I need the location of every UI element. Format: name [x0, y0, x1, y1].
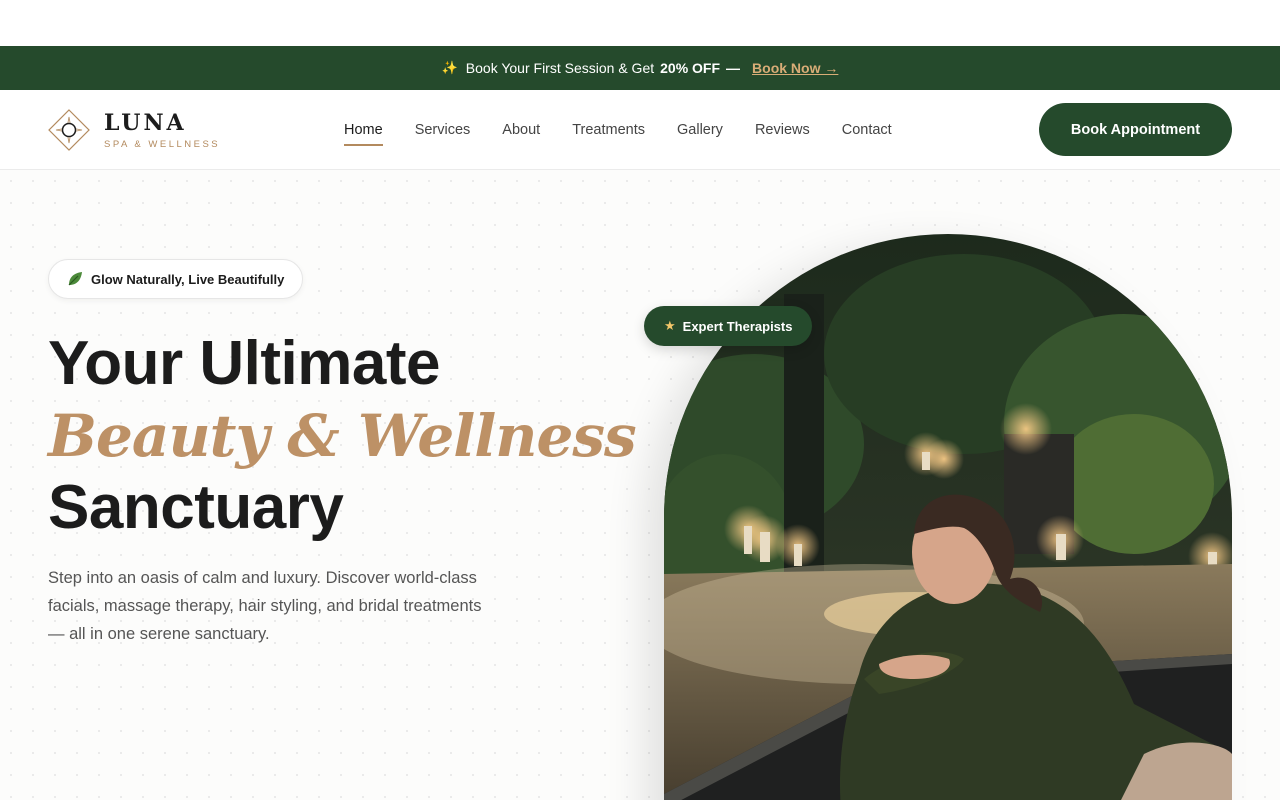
nav-home[interactable]: Home	[344, 116, 383, 146]
book-appointment-button[interactable]: Book Appointment	[1039, 103, 1232, 156]
hero-section: Glow Naturally, Live Beautifully Your Ul…	[0, 170, 1280, 800]
hero-title-line3: Sanctuary	[48, 473, 344, 542]
nav-treatments[interactable]: Treatments	[572, 116, 645, 144]
hero-description: Step into an oasis of calm and luxury. D…	[48, 569, 482, 643]
sparkle-icon: ✨	[441, 60, 458, 75]
brand-name: LUNA	[104, 109, 187, 136]
hero-title-line2: Beauty & Wellness	[48, 402, 637, 470]
logo-diamond-icon	[48, 108, 90, 151]
nav-reviews[interactable]: Reviews	[755, 116, 810, 144]
book-now-link[interactable]: Book Now →	[752, 60, 838, 76]
promo-text: Book Your First Session & Get	[465, 60, 655, 76]
leaf-icon	[68, 272, 82, 286]
site-header: LUNA SPA & WELLNESS Home Services About …	[0, 90, 1280, 170]
promo-bar: ✨ Book Your First Session & Get 20% OFF …	[0, 46, 1280, 90]
star-icon: ★	[664, 318, 676, 333]
nav-gallery[interactable]: Gallery	[677, 116, 723, 144]
main-nav: Home Services About Treatments Gallery R…	[344, 90, 892, 170]
hero-title: Your Ultimate Beauty & Wellness Sanctuar…	[48, 328, 637, 544]
nav-services[interactable]: Services	[415, 116, 471, 144]
logo[interactable]: LUNA SPA & WELLNESS	[48, 108, 221, 151]
brand-tagline: SPA & WELLNESS	[104, 138, 221, 150]
hero-badge-text: Glow Naturally, Live Beautifully	[91, 271, 285, 287]
promo-highlight: 20% OFF	[660, 60, 721, 76]
top-blank-area	[0, 0, 1280, 46]
promo-dash: —	[726, 60, 741, 76]
expert-badge-text: Expert Therapists	[682, 318, 793, 334]
nav-contact[interactable]: Contact	[842, 116, 892, 144]
hero-badge: Glow Naturally, Live Beautifully	[48, 259, 304, 299]
expert-therapists-badge: ★ Expert Therapists	[644, 306, 813, 346]
nav-about[interactable]: About	[502, 116, 540, 144]
hero-title-line1: Your Ultimate	[48, 329, 440, 398]
